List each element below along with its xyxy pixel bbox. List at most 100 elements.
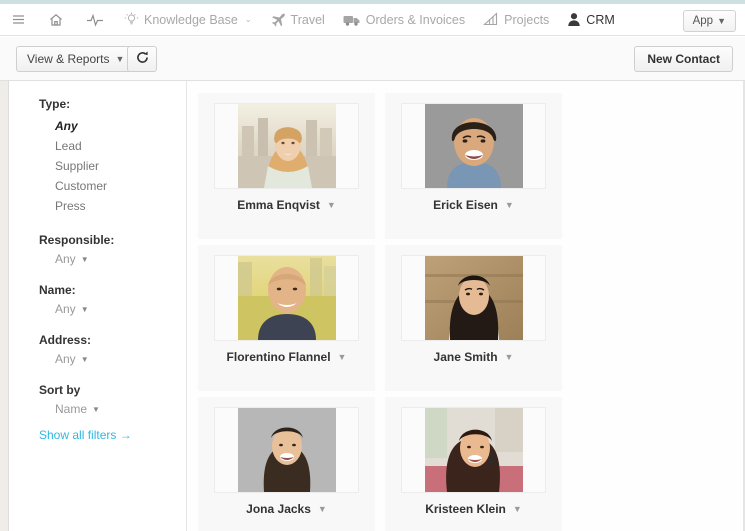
contact-name: Emma Enqvist xyxy=(237,198,320,212)
chevron-down-icon: ⌄ xyxy=(244,15,252,24)
view-and-reports-label: View & Reports xyxy=(27,52,110,66)
contact-name-row[interactable]: Erick Eisen ▼ xyxy=(433,198,514,212)
filter-responsible-value: Any xyxy=(55,252,76,266)
caret-down-icon: ▼ xyxy=(80,304,89,314)
contact-name: Florentino Flannel xyxy=(226,350,331,364)
filter-group-type: Type: Any Lead Supplier Customer Press xyxy=(39,97,186,216)
hamburger-menu-button[interactable] xyxy=(0,4,37,35)
refresh-button[interactable] xyxy=(127,46,157,72)
contact-name-row[interactable]: Jona Jacks ▼ xyxy=(246,502,327,516)
view-and-reports-button[interactable]: View & Reports ▼ xyxy=(16,46,136,72)
contact-photo-frame xyxy=(401,255,546,341)
caret-down-icon: ▼ xyxy=(317,504,327,514)
nav-crm[interactable]: CRM xyxy=(558,4,623,35)
jona-jacks-photo xyxy=(237,408,336,492)
filter-name-heading: Name: xyxy=(39,283,76,297)
nav-knowledge-base-label: Knowledge Base xyxy=(144,12,238,27)
filter-address-heading: Address: xyxy=(39,333,92,347)
filter-group-sort-by: Sort by Name ▼ Show all filters → xyxy=(39,383,186,442)
filter-type-option-supplier[interactable]: Supplier xyxy=(39,156,186,176)
contact-photo-frame xyxy=(214,407,359,493)
filter-type-option-lead[interactable]: Lead xyxy=(39,136,186,156)
crm-contacts-page: Knowledge Base ⌄ Travel Orders & Invoice… xyxy=(0,0,745,531)
refresh-icon xyxy=(135,50,150,68)
truck-icon xyxy=(343,13,361,27)
contact-name: Erick Eisen xyxy=(433,198,498,212)
filter-responsible-select[interactable]: Any ▼ xyxy=(39,252,186,266)
lightbulb-icon xyxy=(124,12,139,27)
sort-by-select[interactable]: Name ▼ xyxy=(39,402,186,416)
contact-card[interactable]: Kristeen Klein ▼ xyxy=(385,397,562,531)
chart-triangle-icon xyxy=(483,12,499,27)
filter-type-option-any[interactable]: Any xyxy=(39,116,186,136)
contacts-grid: Emma Enqvist ▼ Erick Eisen ▼ Florentino … xyxy=(188,87,745,531)
app-switcher-button[interactable]: App ▼ xyxy=(682,10,736,32)
nav-orders-invoices-label: Orders & Invoices xyxy=(365,12,466,27)
filter-responsible-heading: Responsible: xyxy=(39,233,115,247)
contact-photo-frame xyxy=(214,255,359,341)
nav-crm-label: CRM xyxy=(586,12,615,27)
airplane-icon xyxy=(270,12,286,28)
contact-card[interactable]: Jane Smith ▼ xyxy=(385,245,562,391)
caret-down-icon: ▼ xyxy=(115,54,125,64)
contact-photo-frame xyxy=(214,103,359,189)
caret-down-icon: ▼ xyxy=(337,352,347,362)
filter-group-name: Name: Any ▼ xyxy=(39,283,186,316)
show-all-filters-link[interactable]: Show all filters → xyxy=(39,428,186,442)
filter-group-responsible: Responsible: Any ▼ xyxy=(39,233,186,266)
contact-name-row[interactable]: Kristeen Klein ▼ xyxy=(425,502,522,516)
caret-down-icon: ▼ xyxy=(717,16,726,26)
caret-down-icon: ▼ xyxy=(504,200,514,210)
caret-down-icon: ▼ xyxy=(92,404,100,414)
jane-smith-photo xyxy=(424,256,523,340)
caret-down-icon: ▼ xyxy=(326,200,336,210)
contact-card[interactable]: Florentino Flannel ▼ xyxy=(198,245,375,391)
hamburger-menu-icon xyxy=(11,12,26,27)
filter-name-value: Any xyxy=(55,302,76,316)
top-nav-items: Knowledge Base ⌄ Travel Orders & Invoice… xyxy=(0,4,624,35)
filter-address-select[interactable]: Any ▼ xyxy=(39,352,186,366)
home-button[interactable] xyxy=(37,4,75,35)
filter-type-option-customer[interactable]: Customer xyxy=(39,176,186,196)
filter-address-value: Any xyxy=(55,352,76,366)
contact-name: Jona Jacks xyxy=(246,502,311,516)
contact-name-row[interactable]: Florentino Flannel ▼ xyxy=(227,350,347,364)
nav-travel[interactable]: Travel xyxy=(261,4,334,35)
top-navigation-bar: Knowledge Base ⌄ Travel Orders & Invoice… xyxy=(0,4,745,36)
erick-eisen-photo xyxy=(424,104,523,188)
filter-type-option-press[interactable]: Press xyxy=(39,196,186,216)
nav-travel-label: Travel xyxy=(290,12,325,27)
contact-card[interactable]: Erick Eisen ▼ xyxy=(385,93,562,239)
nav-orders-invoices[interactable]: Orders & Invoices xyxy=(334,4,474,35)
caret-down-icon: ▼ xyxy=(80,354,89,364)
contact-card[interactable]: Emma Enqvist ▼ xyxy=(198,93,375,239)
emma-enqvist-photo xyxy=(237,104,336,188)
contacts-grid-area: Emma Enqvist ▼ Erick Eisen ▼ Florentino … xyxy=(188,81,745,531)
activity-button[interactable] xyxy=(75,4,115,35)
caret-down-icon: ▼ xyxy=(504,352,514,362)
kristeen-klein-photo xyxy=(424,408,523,492)
contact-photo-frame xyxy=(401,407,546,493)
florentino-flannel-photo xyxy=(237,256,336,340)
contact-name: Jane Smith xyxy=(433,350,498,364)
left-edge-rail xyxy=(0,81,8,531)
contact-name-row[interactable]: Emma Enqvist ▼ xyxy=(237,198,336,212)
contact-name-row[interactable]: Jane Smith ▼ xyxy=(434,350,514,364)
contact-card[interactable]: Jona Jacks ▼ xyxy=(198,397,375,531)
new-contact-label: New Contact xyxy=(647,52,720,66)
filter-type-heading: Type: xyxy=(39,97,71,111)
sort-by-heading: Sort by xyxy=(39,383,81,397)
nav-knowledge-base[interactable]: Knowledge Base ⌄ xyxy=(115,4,261,35)
nav-projects[interactable]: Projects xyxy=(474,4,558,35)
sort-by-value: Name xyxy=(55,402,88,416)
filters-sidebar: Type: Any Lead Supplier Customer Press R… xyxy=(9,81,187,531)
new-contact-button[interactable]: New Contact xyxy=(634,46,733,72)
contact-name: Kristeen Klein xyxy=(425,502,506,516)
filter-group-address: Address: Any ▼ xyxy=(39,333,186,366)
activity-pulse-icon xyxy=(86,13,104,27)
caret-down-icon: ▼ xyxy=(512,504,522,514)
caret-down-icon: ▼ xyxy=(80,254,89,264)
filter-name-select[interactable]: Any ▼ xyxy=(39,302,186,316)
home-icon xyxy=(48,12,64,28)
app-switcher-label: App xyxy=(692,15,714,27)
